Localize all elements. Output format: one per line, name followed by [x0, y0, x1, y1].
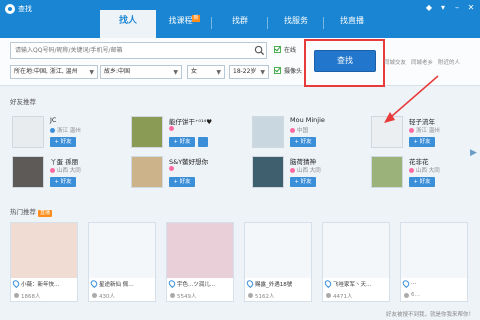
annotation-arrow [384, 75, 439, 123]
status-text[interactable]: 好友被搜不到我，就是你我来帮你！ [386, 310, 474, 318]
status-bar: 好友被搜不到我，就是你我来帮你！ [0, 308, 480, 320]
